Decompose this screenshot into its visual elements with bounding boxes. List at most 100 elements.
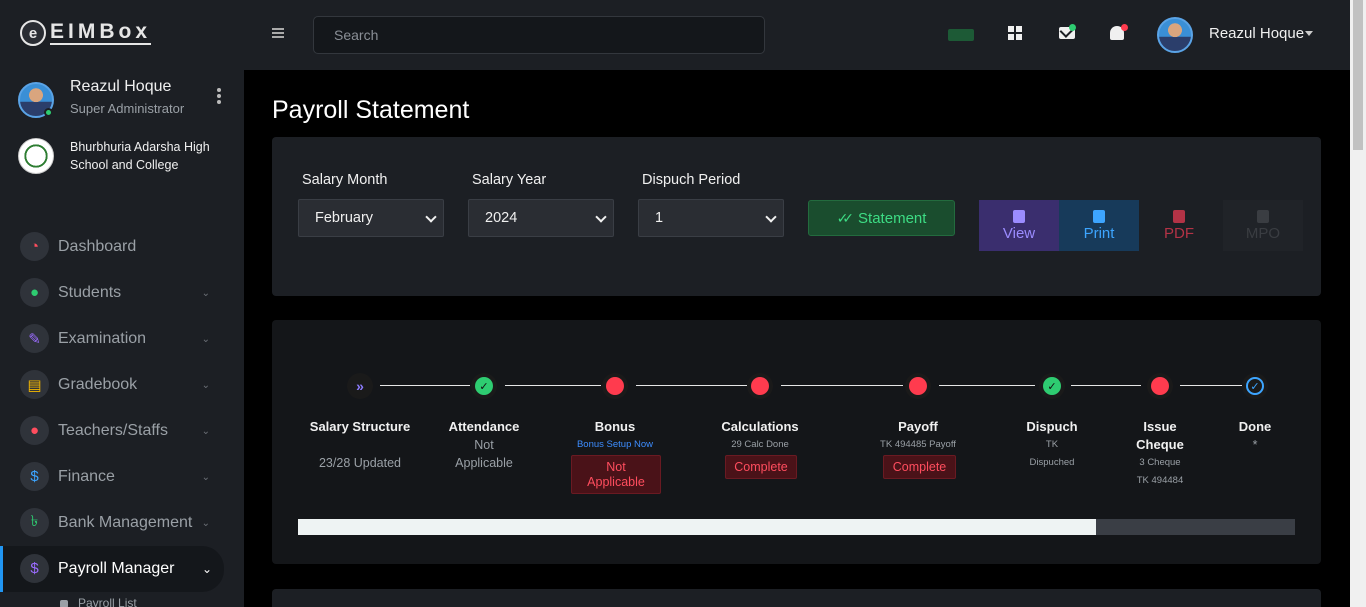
sidebar-item-examination[interactable]: ✎ Examination ⌄: [0, 316, 244, 362]
step-connector: [1071, 385, 1141, 386]
chevron-down-icon: ⌄: [201, 333, 210, 345]
status-red-icon: [751, 377, 769, 395]
dollar-icon: $: [20, 554, 49, 583]
step-salary-structure-dot[interactable]: »: [347, 373, 373, 399]
step-attendance-dot[interactable]: ✓: [471, 373, 497, 399]
sidebar-item-payroll-manager[interactable]: $ Payroll Manager ⌄: [0, 546, 224, 592]
avatar[interactable]: [1157, 17, 1193, 53]
step-done-dot[interactable]: ✓: [1242, 373, 1268, 399]
chevron-down-icon: ⌄: [201, 379, 210, 391]
chevron-down-icon: ⌄: [201, 287, 210, 299]
salary-year-select[interactable]: 2024: [468, 199, 614, 237]
step-payoff-dot[interactable]: [905, 373, 931, 399]
sidebar-item-dashboard[interactable]: ◔ Dashboard: [0, 224, 244, 270]
excel-file-icon: [1257, 209, 1269, 223]
user-name: Reazul Hoque: [70, 78, 172, 95]
step-dispuch-title: Dispuch: [1026, 419, 1078, 434]
print-button[interactable]: Print: [1059, 200, 1139, 251]
page-title: Payroll Statement: [272, 96, 470, 124]
step-connector: [939, 385, 1035, 386]
step-bonus-dot[interactable]: [602, 373, 628, 399]
top-bar: Search Reazul Hoque: [244, 0, 1350, 70]
user-circle-icon: ●: [20, 416, 49, 445]
sidebar-subitem-payroll-list[interactable]: Payroll List: [78, 596, 137, 607]
statement-button-label: Statement: [858, 209, 927, 227]
double-chevron-right-icon: »: [356, 378, 364, 394]
menu-toggle-icon[interactable]: [272, 28, 284, 40]
pdf-button[interactable]: PDF: [1139, 200, 1219, 251]
sidebar: e EIMBox Reazul Hoque Super Administrato…: [0, 0, 244, 607]
caret-down-icon[interactable]: [1305, 31, 1313, 36]
step-done-title: Done: [1238, 419, 1272, 434]
scrollbar[interactable]: [1350, 0, 1366, 607]
step-calculations-title: Calculations: [721, 419, 799, 434]
sidebar-item-students[interactable]: ● Students ⌄: [0, 270, 244, 316]
header-user-name[interactable]: Reazul Hoque: [1209, 25, 1304, 42]
dispuch-period-label: Dispuch Period: [642, 172, 741, 188]
sidebar-item-label: Gradebook: [58, 376, 138, 393]
scrollbar-thumb[interactable]: [1353, 0, 1363, 150]
chevron-down-icon: ⌄: [201, 425, 210, 437]
pdf-file-icon: [1173, 209, 1185, 223]
status-red-icon: [606, 377, 624, 395]
more-options-icon[interactable]: [216, 88, 222, 106]
salary-year-label: Salary Year: [472, 172, 547, 188]
step-connector: [505, 385, 601, 386]
pdf-button-label: PDF: [1164, 224, 1194, 242]
sidebar-item-finance[interactable]: $ Finance ⌄: [0, 454, 244, 500]
step-issue-cheque-dot[interactable]: [1147, 373, 1173, 399]
step-attendance-title: Attendance: [448, 419, 520, 434]
step-connector: [636, 385, 747, 386]
step-bonus-title: Bonus: [594, 419, 636, 434]
school-logo: [18, 138, 54, 174]
document-icon: ▤: [20, 370, 49, 399]
sidebar-item-label: Students: [58, 284, 122, 301]
gauge-icon: ◔: [20, 232, 49, 261]
step-dispuch-info-2: Dispuched: [1029, 457, 1075, 468]
progress-bar: [298, 519, 1295, 535]
status-indicator[interactable]: [948, 29, 974, 41]
app-logo[interactable]: e EIMBox: [20, 20, 152, 46]
printer-icon: [1093, 209, 1105, 223]
sidebar-item-gradebook[interactable]: ▤ Gradebook ⌄: [0, 362, 244, 408]
logo-icon: e: [20, 20, 46, 46]
sidebar-item-bank-management[interactable]: ৳ Bank Management ⌄: [0, 500, 244, 546]
mail-notification-dot: [1069, 24, 1076, 31]
check-icon: ✓: [1043, 377, 1061, 395]
users-icon: ●: [20, 278, 49, 307]
step-dispuch-dot[interactable]: ✓: [1039, 373, 1065, 399]
sidebar-item-teachers-staffs[interactable]: ● Teachers/Staffs ⌄: [0, 408, 244, 454]
step-connector: [380, 385, 470, 386]
user-role: Super Administrator: [70, 101, 185, 116]
progress-bar-fill: [298, 519, 1096, 535]
step-payoff-badge: Complete: [883, 455, 956, 479]
step-calculations-badge: Complete: [725, 455, 797, 479]
dispuch-period-select[interactable]: 1: [638, 199, 784, 237]
sidebar-item-label: Bank Management: [58, 514, 193, 531]
list-icon: [60, 600, 68, 607]
view-button-label: View: [1002, 224, 1036, 242]
step-issue-cheque-info-2: TK 494484: [1136, 475, 1184, 486]
chevron-down-icon: ⌄: [201, 471, 210, 483]
search-input[interactable]: Search: [313, 16, 765, 54]
step-done-status: *: [1252, 438, 1258, 452]
view-button[interactable]: View: [979, 200, 1059, 251]
bonus-setup-link[interactable]: Bonus Setup Now: [555, 436, 675, 454]
lower-card: [272, 589, 1321, 607]
mpo-button[interactable]: MPO: [1223, 200, 1303, 251]
salary-month-select[interactable]: February: [298, 199, 444, 237]
check-icon: ✓: [475, 377, 493, 395]
statement-button[interactable]: ✓✓ Statement: [808, 200, 955, 236]
step-payoff-title: Payoff: [898, 419, 938, 434]
status-red-icon: [909, 377, 927, 395]
chevron-down-icon: ⌄: [201, 562, 212, 576]
apps-grid-icon[interactable]: [1008, 26, 1022, 40]
sidebar-user: Reazul Hoque Super Administrator: [18, 78, 228, 122]
step-calculations-dot[interactable]: [747, 373, 773, 399]
step-issue-cheque-info: 3 Cheque: [1139, 457, 1181, 468]
mpo-button-label: MPO: [1245, 224, 1281, 242]
step-issue-cheque-title: Issue Cheque: [1136, 419, 1184, 452]
sidebar-item-label: Teachers/Staffs: [58, 422, 168, 439]
dollar-icon: $: [20, 462, 49, 491]
taka-icon: ৳: [20, 508, 49, 537]
